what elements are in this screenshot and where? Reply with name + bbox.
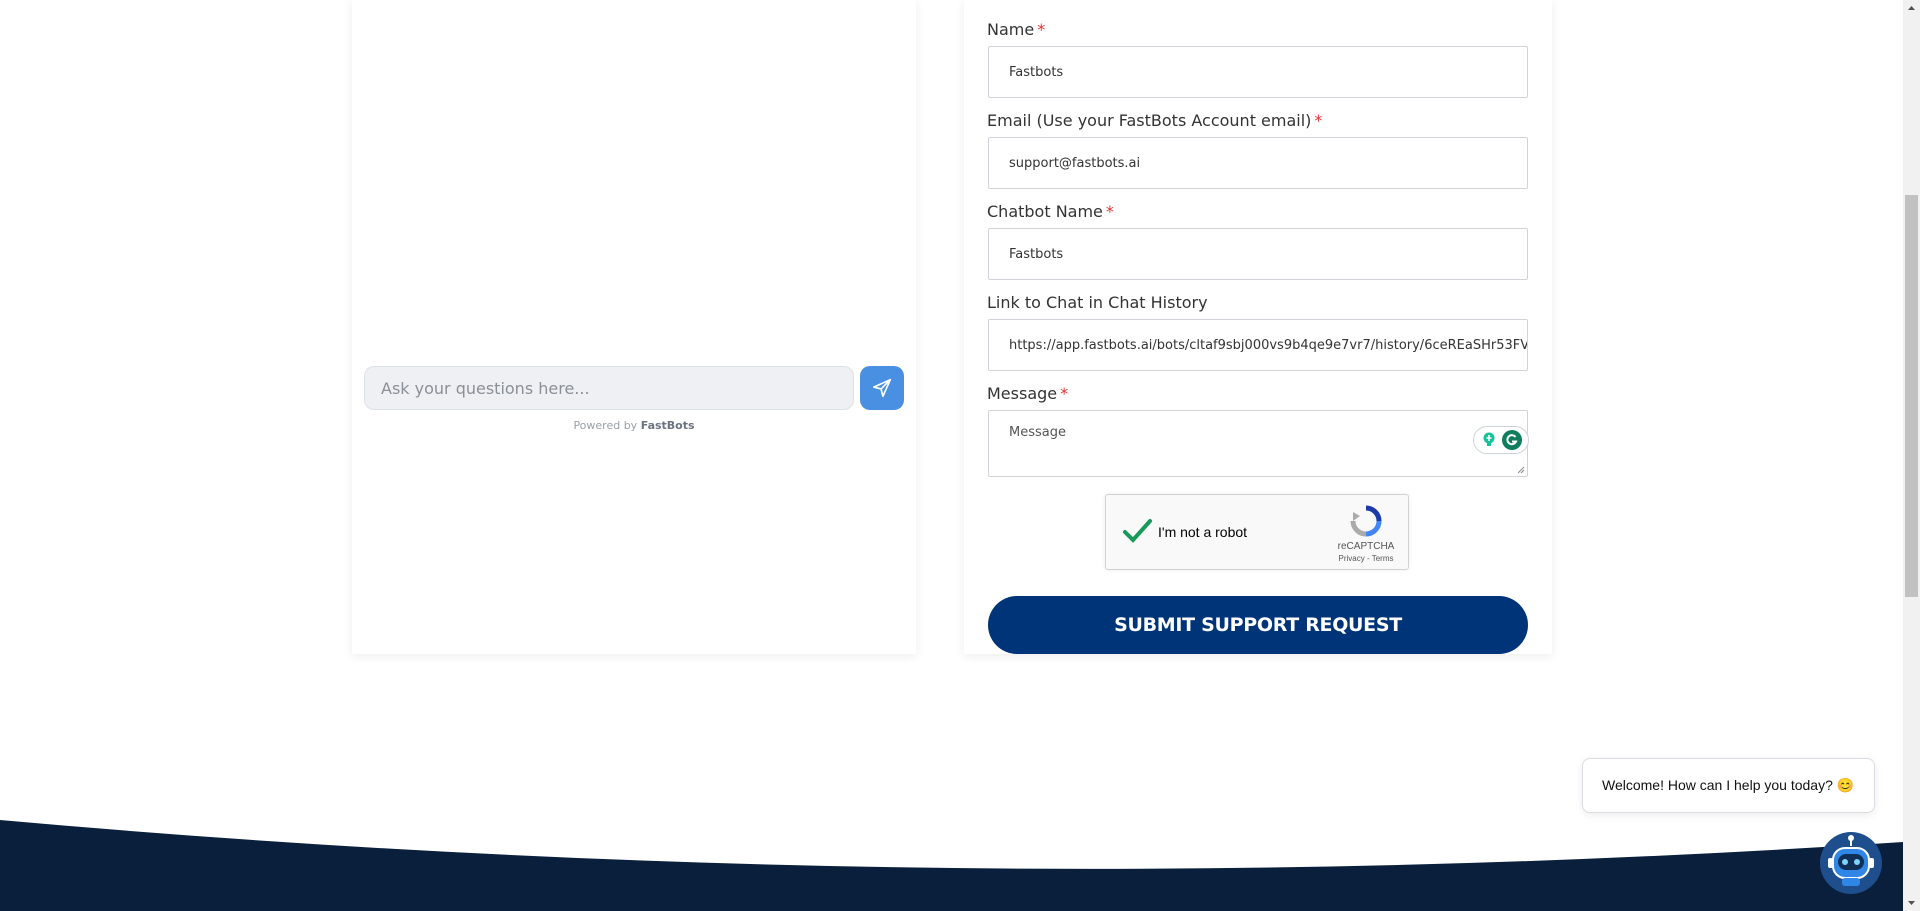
chatbot-name-required-mark: * <box>1105 202 1114 221</box>
email-required-mark: * <box>1314 111 1323 130</box>
send-icon <box>872 378 892 398</box>
chatbot-name-field-value: Fastbots <box>1009 246 1064 262</box>
page-viewport: Powered by FastBots Name* Fastbots Email… <box>0 0 1903 911</box>
name-required-mark: * <box>1037 20 1046 39</box>
chat-link-field[interactable]: https://app.fastbots.ai/bots/cltaf9sbj00… <box>988 319 1528 371</box>
name-label: Name * <box>987 20 1045 39</box>
welcome-bubble[interactable]: Welcome! How can I help you today? 😊 <box>1582 758 1875 813</box>
welcome-text: Welcome! How can I help you today? 😊 <box>1602 777 1855 793</box>
email-label-text: Email (Use your FastBots Account email) <box>987 111 1312 130</box>
vertical-scrollbar[interactable] <box>1903 0 1920 911</box>
chatbot-name-label: Chatbot Name * <box>987 202 1114 221</box>
name-field[interactable]: Fastbots <box>988 46 1528 98</box>
scrollbar-thumb[interactable] <box>1905 195 1918 597</box>
chatbot-name-label-text: Chatbot Name <box>987 202 1103 221</box>
message-label-text: Message <box>987 384 1058 403</box>
email-field[interactable]: support@fastbots.ai <box>988 137 1528 189</box>
powered-by-text: Powered by FastBots <box>352 419 916 432</box>
powered-by-prefix: Powered by <box>573 419 638 432</box>
recaptcha-widget: I'm not a robot reCAPTCHA Privacy - Term… <box>1105 494 1409 570</box>
bot-avatar-icon <box>1828 835 1874 886</box>
name-field-value: Fastbots <box>1009 64 1064 80</box>
chat-link-label-text: Link to Chat in Chat History <box>987 293 1208 312</box>
message-required-mark: * <box>1060 384 1069 403</box>
chatbot-name-field[interactable]: Fastbots <box>988 228 1528 280</box>
recaptcha-logo-icon <box>1350 505 1382 537</box>
email-label: Email (Use your FastBots Account email) * <box>987 111 1322 130</box>
submit-support-request-button[interactable]: SUBMIT SUPPORT REQUEST <box>988 596 1528 654</box>
chatbot-launcher-button[interactable] <box>1820 832 1882 894</box>
recaptcha-terms-link[interactable]: Terms <box>1372 554 1394 563</box>
powered-by-brand[interactable]: FastBots <box>641 419 695 432</box>
chat-link-label: Link to Chat in Chat History <box>987 293 1208 312</box>
chat-input-row <box>364 366 904 410</box>
email-field-value: support@fastbots.ai <box>1009 155 1141 171</box>
message-label: Message * <box>987 384 1068 403</box>
scroll-up-arrow-icon[interactable] <box>1903 0 1920 17</box>
footer-wave <box>0 820 1903 911</box>
recaptcha-links-separator: - <box>1364 554 1372 563</box>
recaptcha-links: Privacy - Terms <box>1326 554 1406 563</box>
scroll-down-arrow-icon[interactable] <box>1903 894 1920 911</box>
recaptcha-privacy-link[interactable]: Privacy <box>1339 554 1365 563</box>
chat-question-input[interactable] <box>364 366 854 410</box>
send-button[interactable] <box>860 366 904 410</box>
grammarly-widget[interactable] <box>1473 426 1529 454</box>
suggestion-bulb-icon <box>1483 432 1494 446</box>
recaptcha-check-icon[interactable] <box>1120 515 1154 549</box>
message-field[interactable]: Message <box>988 410 1529 477</box>
chat-link-field-value: https://app.fastbots.ai/bots/cltaf9sbj00… <box>1009 337 1528 353</box>
chat-widget-card: Powered by FastBots <box>352 0 916 654</box>
resize-grip-icon[interactable] <box>1515 464 1525 474</box>
message-placeholder: Message <box>1009 425 1066 440</box>
recaptcha-label: I'm not a robot <box>1158 524 1248 540</box>
grammarly-icon <box>1501 430 1522 450</box>
recaptcha-brand: reCAPTCHA <box>1337 541 1395 552</box>
name-label-text: Name <box>987 20 1035 39</box>
support-form-card: Name * Fastbots Email (Use your FastBots … <box>964 0 1552 654</box>
